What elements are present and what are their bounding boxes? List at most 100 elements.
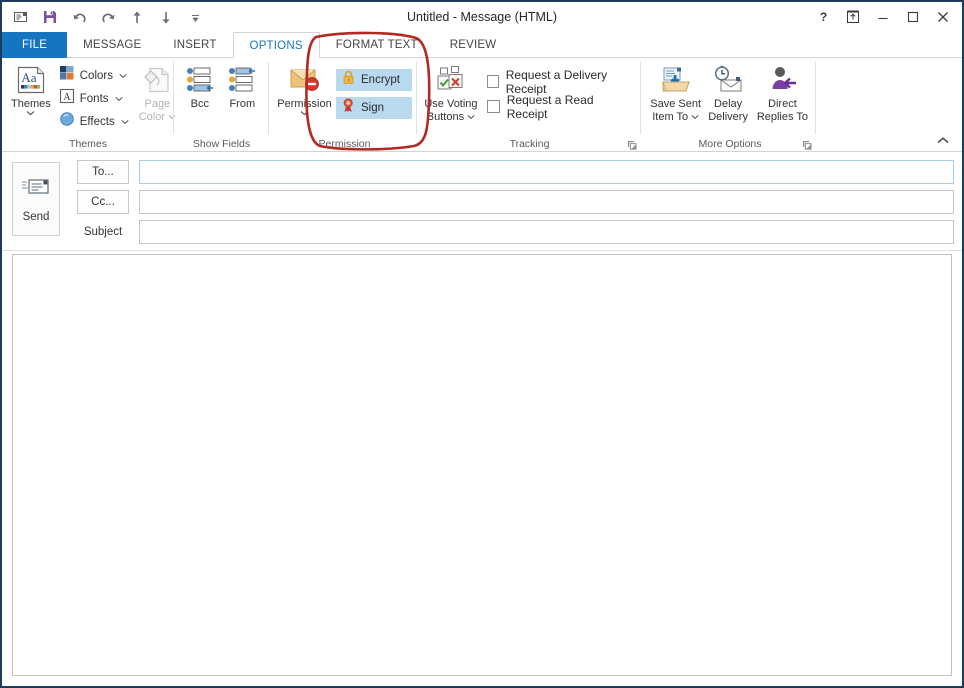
chevron-down-icon <box>119 73 127 78</box>
cc-button[interactable]: Cc... <box>77 190 129 214</box>
ribbon-group-permission: Permission Encrypt Sign Permission <box>269 58 417 152</box>
previous-item-icon[interactable] <box>124 5 150 29</box>
svg-text:Aa: Aa <box>21 70 36 85</box>
cc-input[interactable] <box>139 190 954 214</box>
message-body-input[interactable] <box>13 255 951 675</box>
request-delivery-receipt-checkbox[interactable]: Request a Delivery Receipt <box>486 67 636 96</box>
delay-delivery-label-line1: Delay <box>714 98 743 110</box>
direct-replies-icon <box>765 63 799 97</box>
theme-effects-icon <box>59 111 75 132</box>
chevron-up-icon <box>937 136 949 143</box>
tab-review[interactable]: REVIEW <box>434 32 513 58</box>
direct-replies-label-line1: Direct <box>768 98 797 110</box>
delay-delivery-label-line2: Delivery <box>708 111 748 123</box>
theme-colors-button[interactable]: Colors <box>55 64 133 87</box>
ribbon-display-options-icon[interactable] <box>838 4 868 30</box>
tab-insert[interactable]: INSERT <box>157 32 232 58</box>
request-delivery-receipt-label: Request a Delivery Receipt <box>505 67 608 96</box>
group-separator <box>815 62 816 134</box>
recipient-fields: To... Cc... Subject <box>77 160 954 250</box>
chevron-down-icon <box>691 115 699 120</box>
tab-format-text[interactable]: FORMAT TEXT <box>320 32 434 58</box>
tab-file[interactable]: FILE <box>2 32 68 58</box>
theme-colors-icon <box>59 65 75 86</box>
more-options-dialog-box-launcher-icon[interactable] <box>801 139 813 151</box>
save-sent-item-label-line1: Save Sent <box>650 98 702 110</box>
close-icon[interactable] <box>928 4 958 30</box>
from-field-icon <box>227 63 257 97</box>
svg-text:A: A <box>63 92 71 103</box>
ribbon-group-tracking: Use Voting Buttons Request a Delivery Re… <box>417 58 641 152</box>
to-field-row: To... <box>77 160 954 184</box>
bcc-button[interactable]: Bcc <box>179 61 221 110</box>
ribbon-group-more-options: Save Sent Item To Delay Delivery Direct … <box>641 58 816 152</box>
ribbon: Aa Themes Colors A Fonts Effects Page Co… <box>2 58 962 152</box>
envelope-icon[interactable] <box>8 5 34 29</box>
page-color-label-line1: Page <box>144 98 171 110</box>
request-read-receipt-checkbox[interactable]: Request a Read Receipt <box>486 92 636 121</box>
tracking-dialog-box-launcher-icon[interactable] <box>626 139 638 151</box>
chevron-down-icon <box>467 115 475 120</box>
chevron-down-icon <box>114 96 123 101</box>
maximize-icon[interactable] <box>898 4 928 30</box>
customize-quick-access-toolbar-icon[interactable] <box>182 5 208 29</box>
use-voting-buttons-button[interactable]: Use Voting Buttons <box>423 61 479 123</box>
save-sent-item-icon <box>659 63 693 97</box>
certificate-ribbon-icon <box>342 98 355 118</box>
lock-icon <box>342 70 355 90</box>
message-body-area[interactable] <box>12 254 952 676</box>
svg-text:?: ? <box>819 10 826 24</box>
subject-field-row: Subject <box>77 220 954 244</box>
checkbox-box <box>486 75 499 88</box>
next-item-icon[interactable] <box>153 5 179 29</box>
send-button[interactable]: Send <box>12 162 60 236</box>
save-icon[interactable] <box>37 5 63 29</box>
to-input[interactable] <box>139 160 954 184</box>
themes-button-label: Themes <box>11 98 51 110</box>
ribbon-group-show-fields-label: Show Fields <box>192 138 251 150</box>
direct-replies-label-line2: Replies To <box>756 111 808 123</box>
sign-toggle-button[interactable]: Sign <box>336 97 412 119</box>
ribbon-group-more-options-label: More Options <box>698 138 762 150</box>
permission-icon <box>288 63 322 97</box>
ribbon-tab-strip: FILE MESSAGE INSERT OPTIONS FORMAT TEXT … <box>2 32 962 59</box>
collapse-ribbon-button[interactable] <box>932 131 954 149</box>
use-voting-buttons-label-line2: Buttons <box>426 111 465 123</box>
send-envelope-icon <box>21 176 51 203</box>
save-sent-item-to-button[interactable]: Save Sent Item To <box>649 61 702 123</box>
subject-label: Subject <box>83 226 123 238</box>
help-icon[interactable]: ? <box>808 4 838 30</box>
tab-options[interactable]: OPTIONS <box>232 32 320 59</box>
to-button[interactable]: To... <box>77 160 129 184</box>
ribbon-group-permission-label: Permission <box>318 138 371 150</box>
theme-fonts-button[interactable]: A Fonts <box>55 87 133 110</box>
delay-delivery-icon <box>711 63 745 97</box>
permission-button[interactable]: Permission <box>277 61 332 116</box>
encrypt-toggle-button[interactable]: Encrypt <box>336 69 412 91</box>
outlook-message-window: Untitled - Message (HTML) ? FILE MESSAGE… <box>0 0 964 688</box>
tab-message[interactable]: MESSAGE <box>67 32 157 58</box>
themes-button[interactable]: Aa Themes <box>11 61 51 116</box>
save-sent-item-label-line2: Item To <box>652 111 689 123</box>
theme-effects-button[interactable]: Effects <box>55 110 133 133</box>
voting-buttons-icon <box>434 63 468 97</box>
page-color-label-line2: Color <box>138 111 165 123</box>
from-button[interactable]: From <box>221 61 264 110</box>
chevron-down-icon <box>300 111 309 116</box>
subject-input[interactable] <box>139 220 954 244</box>
from-button-label: From <box>229 98 256 110</box>
minimize-icon[interactable] <box>868 4 898 30</box>
request-read-receipt-label: Request a Read Receipt <box>506 92 594 121</box>
bcc-field-icon <box>185 63 215 97</box>
quick-access-toolbar <box>8 2 208 32</box>
window-controls: ? <box>808 2 958 32</box>
chevron-down-icon <box>27 111 35 116</box>
undo-icon[interactable] <box>66 5 92 29</box>
page-color-button[interactable]: Page Color <box>139 61 176 123</box>
page-color-icon <box>141 63 173 97</box>
delay-delivery-button[interactable]: Delay Delivery <box>702 61 753 123</box>
encrypt-toggle-label: Encrypt <box>361 74 400 86</box>
theme-effects-label: Effects <box>79 115 115 128</box>
redo-icon[interactable] <box>95 5 121 29</box>
direct-replies-to-button[interactable]: Direct Replies To <box>754 61 811 123</box>
